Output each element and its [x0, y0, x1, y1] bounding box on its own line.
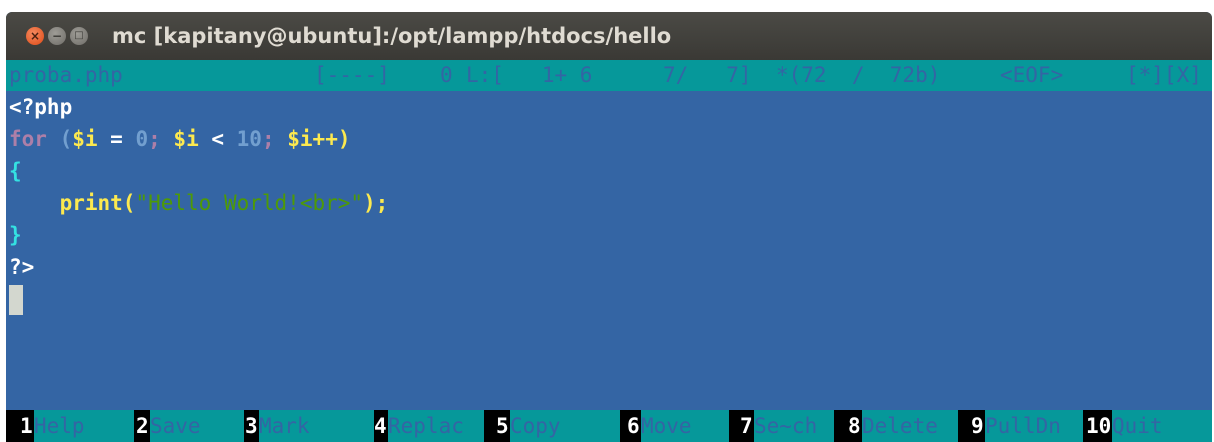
function-key-bar: 1 Help 2 Save 3 Mark 4 Replac 5 Copy 6 Move 7S…: [6, 410, 1212, 442]
fkey-label: Copy: [510, 410, 620, 442]
code-line-5: }: [6, 219, 1212, 251]
code-line-7: [6, 283, 1212, 315]
f6-move-button[interactable]: 6 Move: [627, 410, 729, 442]
fkey-label: Delete: [862, 410, 958, 442]
status-flags: [----]: [314, 63, 390, 87]
variable-i: $i: [173, 127, 199, 151]
fkey-number: 6: [627, 410, 640, 442]
f1-help-button[interactable]: 1 Help: [20, 410, 134, 442]
fkey-number: 5: [496, 410, 509, 442]
f8-delete-button[interactable]: 8 Delete: [848, 410, 958, 442]
print-close: );: [363, 191, 389, 215]
print-open-paren: (: [122, 191, 136, 215]
less-than-op: <: [198, 127, 237, 151]
string-literal: "Hello World!<br>": [135, 191, 364, 215]
f10-quit-button[interactable]: 10 Quit: [1086, 410, 1212, 442]
fkey-number: 2: [136, 410, 149, 442]
php-close-tag: ?>: [9, 255, 35, 279]
close-icon[interactable]: ×: [26, 27, 44, 45]
code-line-4: print("Hello World!<br>");: [6, 187, 1212, 219]
f7-search-button[interactable]: 7 Se~ch: [740, 410, 834, 442]
status-filename: proba.php: [9, 63, 123, 87]
fkey-label: PullDn: [985, 410, 1083, 442]
fkey-number: 7: [740, 410, 753, 442]
fkey-label: Se~ch: [754, 410, 834, 442]
open-brace: {: [9, 159, 22, 183]
code-editor[interactable]: <?php for ($i = 0; $i < 10; $i++) { prin…: [6, 91, 1212, 315]
fkey-label: Mark: [259, 410, 379, 442]
window-title: mc [kapitany@ubuntu]:/opt/lampp/htdocs/h…: [112, 24, 672, 48]
f3-mark-button[interactable]: 3 Mark: [245, 410, 379, 442]
fkey-number: 4: [374, 410, 387, 442]
semicolon: ;: [148, 127, 174, 151]
fkey-number: 3: [245, 410, 258, 442]
semicolon: ;: [261, 127, 288, 151]
variable-i: $i: [72, 127, 98, 151]
f5-copy-button[interactable]: 5 Copy: [496, 410, 620, 442]
variable-i: $i: [287, 127, 313, 151]
close-brace: }: [9, 223, 22, 247]
fkey-number: 10: [1086, 410, 1112, 442]
number-10: 10: [236, 127, 262, 151]
editor-status-bar: proba.php [----] 0 L:[ 1+ 6 7/ 7] *(72 /…: [6, 60, 1212, 91]
fkey-number: 1: [20, 410, 33, 442]
increment-op: ++): [312, 127, 351, 151]
fkey-number: 9: [971, 410, 984, 442]
fkey-number: 8: [848, 410, 861, 442]
number-0: 0: [135, 127, 149, 151]
code-line-6: ?>: [6, 251, 1212, 283]
title-bar[interactable]: × − □ mc [kapitany@ubuntu]:/opt/lampp/ht…: [6, 12, 1212, 60]
fkey-label: Save: [150, 410, 244, 442]
print-function: print: [59, 191, 123, 215]
text-cursor: [9, 285, 23, 315]
status-eof: <EOF>: [1000, 63, 1064, 87]
status-size: *(72 / 72b): [776, 63, 941, 87]
status-position: 7/ 7]: [663, 63, 752, 87]
terminal-window: × − □ mc [kapitany@ubuntu]:/opt/lampp/ht…: [6, 12, 1212, 442]
status-column: 0: [440, 63, 453, 87]
maximize-icon[interactable]: □: [70, 27, 88, 45]
f2-save-button[interactable]: 2 Save: [136, 410, 244, 442]
assign-op: =: [97, 127, 136, 151]
status-marks: [*][X]: [1126, 63, 1202, 87]
code-line-3: {: [6, 155, 1212, 187]
open-paren: (: [46, 127, 73, 151]
f4-replace-button[interactable]: 4 Replac: [374, 410, 484, 442]
fkey-label: Help: [34, 410, 134, 442]
f9-pulldown-button[interactable]: 9 PullDn: [971, 410, 1083, 442]
php-open-tag: <?php: [9, 95, 73, 119]
for-keyword: for: [9, 127, 47, 151]
fkey-label: Move: [641, 410, 729, 442]
code-line-2: for ($i = 0; $i < 10; $i++): [6, 123, 1212, 155]
status-lines: L:[ 1+ 6: [466, 63, 593, 87]
code-line-1: <?php: [6, 91, 1212, 123]
minimize-icon[interactable]: −: [48, 27, 66, 45]
fkey-label: Quit: [1112, 410, 1212, 442]
fkey-label: Replac: [388, 410, 484, 442]
